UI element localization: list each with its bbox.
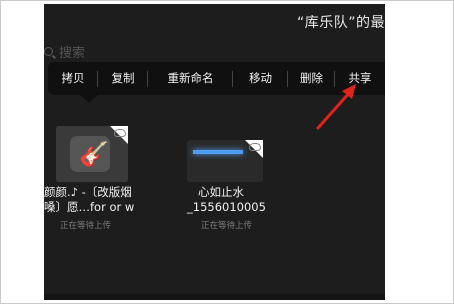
file-name-2-line2: _1556010005 <box>187 200 266 214</box>
cloud-icon <box>249 143 261 151</box>
menu-item-move[interactable]: 移动 <box>233 62 288 95</box>
search-placeholder: 搜索 <box>59 46 86 61</box>
phone-screen: “库乐队”的最 搜索 拷贝 复制 重新命名 移动 删除 共享 🎸 颜颜.♪ -〔… <box>44 4 385 300</box>
garageband-icon-box: 🎸 <box>70 136 110 172</box>
file-name-1-line2: 嗓〕愿…for or w <box>44 200 135 214</box>
video-preview <box>193 150 243 154</box>
menu-item-share[interactable]: 共享 <box>335 62 385 95</box>
file-name-1-line1: 颜颜.♪ -〔改版烟 <box>44 185 132 199</box>
context-menu: 拷贝 复制 重新命名 移动 删除 共享 <box>48 62 385 95</box>
cloud-icon <box>114 129 126 137</box>
guitar-icon: 🎸 <box>79 140 109 168</box>
file-status-2: 正在等待上传 <box>201 221 253 231</box>
page-title: “库乐队”的最 <box>296 15 385 31</box>
search-bar[interactable]: 搜索 <box>44 46 85 62</box>
menu-item-duplicate[interactable]: 复制 <box>98 62 148 95</box>
bottom-toolbar-edge <box>44 294 385 300</box>
search-icon <box>44 47 53 56</box>
file-thumbnail-1[interactable]: 🎸 <box>56 126 128 182</box>
file-thumbnail-2[interactable] <box>187 140 263 182</box>
menu-pointer <box>80 95 98 103</box>
file-name-2-line1: 心如止水 <box>198 185 244 199</box>
menu-item-copy[interactable]: 拷贝 <box>48 62 98 95</box>
menu-item-delete[interactable]: 删除 <box>288 62 335 95</box>
file-status-1: 正在等待上传 <box>60 221 112 231</box>
menu-item-rename[interactable]: 重新命名 <box>148 62 233 95</box>
